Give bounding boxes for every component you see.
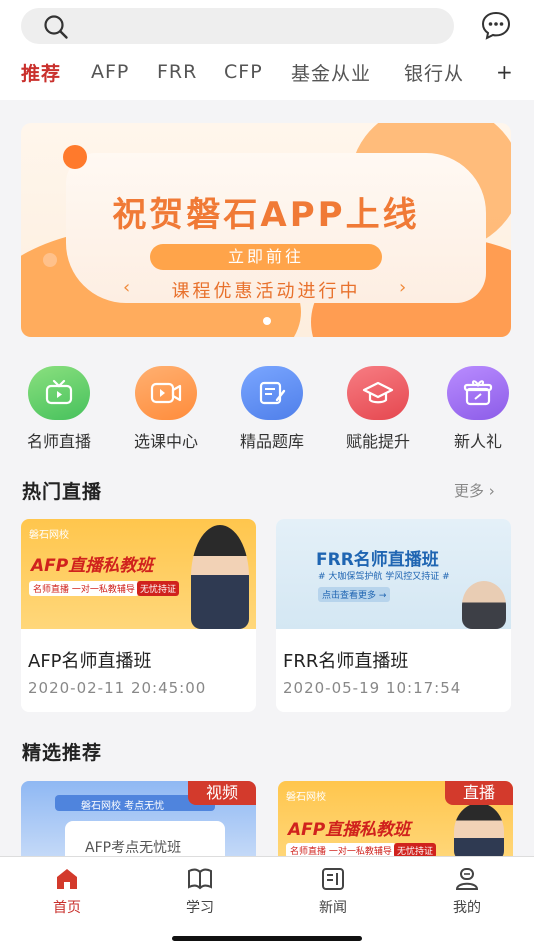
tab-afp[interactable]: AFP — [91, 61, 129, 83]
video-camera-icon — [135, 366, 197, 420]
live-badge: 直播 — [445, 781, 513, 805]
category-upgrade[interactable]: 赋能提升 — [338, 366, 418, 452]
category-grid: 名师直播 选课中心 精品题库 赋能提升 新人礼 — [0, 366, 534, 456]
card-time: 2020-05-19 10:17:54 — [283, 679, 462, 697]
course-thumbnail: 磐石网校 AFP直播私教班 名师直播 一对一私教辅导 无忧持证 — [21, 519, 256, 629]
card-title: FRR名师直播班 — [283, 651, 409, 672]
teacher-photo — [454, 803, 504, 861]
category-courses[interactable]: 选课中心 — [126, 366, 206, 452]
tab-recommend[interactable]: 推荐 — [21, 59, 61, 86]
tab-fund[interactable]: 基金从业 — [291, 59, 371, 86]
tab-home[interactable]: 首页 — [27, 867, 107, 917]
featured-card[interactable]: 磐石网校 考点无忧 AFP考点无忧班 视频 — [21, 781, 256, 861]
add-tab-button[interactable]: + — [496, 60, 513, 84]
tab-news[interactable]: 新闻 — [293, 867, 373, 917]
search-input[interactable] — [21, 8, 454, 44]
chevron-right-icon: › — [399, 277, 407, 298]
home-icon — [57, 869, 77, 889]
tab-study[interactable]: 学习 — [160, 867, 240, 917]
tv-icon — [28, 366, 90, 420]
featured-title: 精选推荐 — [22, 742, 103, 764]
live-card[interactable]: 磐石网校 AFP直播私教班 名师直播 一对一私教辅导 无忧持证 AFP名师直播班… — [21, 519, 256, 712]
message-icon[interactable] — [480, 10, 512, 40]
tab-frr[interactable]: FRR — [157, 61, 197, 83]
home-indicator — [172, 936, 362, 941]
featured-card[interactable]: 磐石网校 AFP直播私教班 名师直播 一对一私教辅导 无忧持证 直播 — [278, 781, 513, 861]
video-badge: 视频 — [188, 781, 256, 805]
tab-bank[interactable]: 银行从 — [404, 59, 464, 86]
category-tabs: 推荐 AFP FRR CFP 基金从业 银行从 + — [0, 56, 534, 88]
book-icon — [188, 868, 212, 890]
news-icon — [322, 868, 344, 890]
banner-subtitle: 课程优惠活动进行中 — [171, 281, 361, 302]
edit-note-icon — [241, 366, 303, 420]
card-time: 2020-02-11 20:45:00 — [28, 679, 207, 697]
top-bar: 推荐 AFP FRR CFP 基金从业 银行从 + — [0, 0, 534, 100]
course-thumbnail: FRR名师直播班 # 大咖保驾护航 学风控又持证 # 点击查看更多 → — [276, 519, 511, 629]
gift-icon — [447, 366, 509, 420]
more-link[interactable]: 更多 › — [454, 480, 495, 501]
card-title: AFP名师直播班 — [28, 651, 152, 672]
banner-page-indicator — [263, 317, 271, 325]
live-card[interactable]: FRR名师直播班 # 大咖保驾护航 学风控又持证 # 点击查看更多 → FRR名… — [276, 519, 511, 712]
category-new-user-gift[interactable]: 新人礼 — [438, 366, 518, 452]
category-question-bank[interactable]: 精品题库 — [232, 366, 312, 452]
tab-profile[interactable]: 我的 — [427, 867, 507, 917]
profile-icon — [455, 868, 479, 890]
banner-cta-button[interactable]: 立即前往 — [150, 244, 382, 270]
search-icon — [44, 15, 68, 39]
teacher-photo — [191, 525, 249, 629]
tab-cfp[interactable]: CFP — [224, 61, 263, 83]
graduation-cap-icon — [347, 366, 409, 420]
promo-banner[interactable]: 祝贺磐石APP上线 立即前往 ‹ 课程优惠活动进行中 › — [21, 123, 511, 337]
category-live[interactable]: 名师直播 — [19, 366, 99, 452]
hot-live-title: 热门直播 — [22, 481, 103, 503]
banner-title: 祝贺磐石APP上线 — [112, 195, 420, 235]
teacher-photo — [462, 581, 506, 629]
